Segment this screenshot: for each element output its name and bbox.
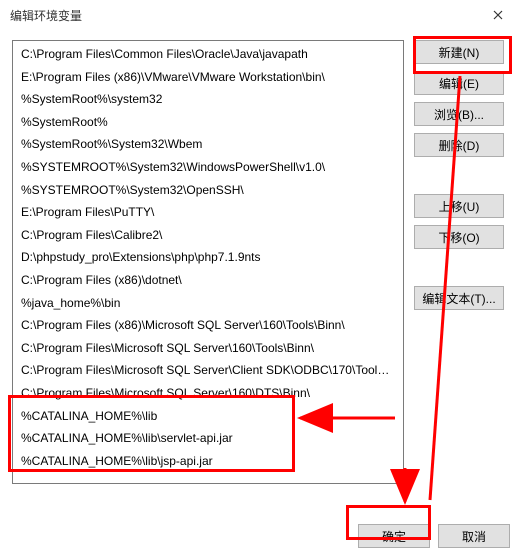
list-item[interactable]: %java_home%\bin [14, 292, 402, 315]
path-listbox[interactable]: C:\Program Files\Common Files\Oracle\Jav… [12, 40, 404, 484]
list-item[interactable]: %SYSTEMROOT%\System32\WindowsPowerShell\… [14, 156, 402, 179]
delete-button[interactable]: 删除(D) [414, 133, 504, 157]
browse-button[interactable]: 浏览(B)... [414, 102, 504, 126]
list-item[interactable]: %SystemRoot%\system32 [14, 88, 402, 111]
new-button[interactable]: 新建(N) [414, 40, 504, 64]
list-item[interactable]: C:\Program Files (x86)\Microsoft SQL Ser… [14, 314, 402, 337]
list-item[interactable]: C:\Program Files\Microsoft SQL Server\16… [14, 337, 402, 360]
list-item[interactable]: C:\Program Files (x86)\dotnet\ [14, 269, 402, 292]
dialog-footer: 确定 取消 [358, 524, 510, 548]
list-item[interactable]: %CATALINA_HOME%\lib\servlet-api.jar [14, 427, 402, 450]
list-item[interactable]: C:\Program Files\Calibre2\ [14, 224, 402, 247]
close-icon [493, 10, 503, 20]
edittext-button[interactable]: 编辑文本(T)... [414, 286, 504, 310]
moveup-button[interactable]: 上移(U) [414, 194, 504, 218]
list-item[interactable]: C:\Program Files\Microsoft SQL Server\16… [14, 382, 402, 405]
list-item[interactable]: %SystemRoot% [14, 111, 402, 134]
spacer [414, 256, 504, 286]
list-item[interactable]: %SYSTEMROOT%\System32\OpenSSH\ [14, 179, 402, 202]
movedown-button[interactable]: 下移(O) [414, 225, 504, 249]
dialog-content: C:\Program Files\Common Files\Oracle\Jav… [0, 30, 522, 484]
list-item[interactable]: C:\Program Files\Microsoft SQL Server\Cl… [14, 359, 402, 382]
ok-button[interactable]: 确定 [358, 524, 430, 548]
titlebar: 编辑环境变量 [0, 0, 522, 30]
list-item[interactable]: E:\Program Files (x86)\VMware\VMware Wor… [14, 66, 402, 89]
window-title: 编辑环境变量 [10, 7, 478, 24]
list-item[interactable]: %SystemRoot%\System32\Wbem [14, 133, 402, 156]
list-item[interactable]: E:\Program Files\PuTTY\ [14, 201, 402, 224]
close-button[interactable] [478, 1, 518, 29]
list-item[interactable]: %CATALINA_HOME%\lib\jsp-api.jar [14, 450, 402, 473]
cancel-button[interactable]: 取消 [438, 524, 510, 548]
list-item[interactable]: C:\Program Files\Common Files\Oracle\Jav… [14, 43, 402, 66]
spacer [414, 164, 504, 194]
list-item[interactable]: %CATALINA_HOME%\lib [14, 405, 402, 428]
list-item[interactable]: D:\phpstudy_pro\Extensions\php\php7.1.9n… [14, 246, 402, 269]
edit-button[interactable]: 编辑(E) [414, 71, 504, 95]
button-column: 新建(N) 编辑(E) 浏览(B)... 删除(D) 上移(U) 下移(O) 编… [414, 40, 504, 484]
